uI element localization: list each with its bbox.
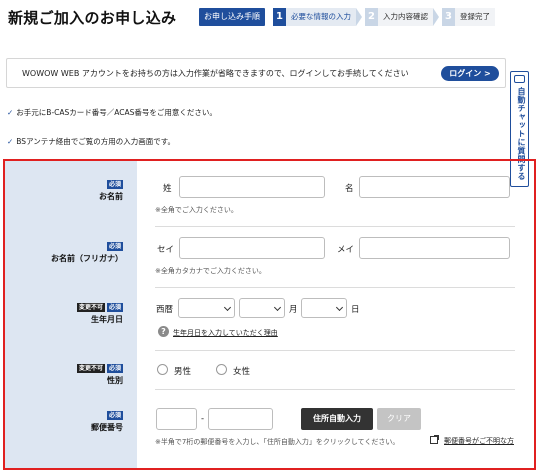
- birth-month-select[interactable]: [239, 298, 285, 318]
- postal-row-label: 必須 郵便番号: [5, 410, 123, 433]
- step-2: 2 入力内容確認: [365, 8, 433, 26]
- step-label: 入力内容確認: [378, 8, 433, 26]
- field-label: お名前: [99, 192, 123, 201]
- kana-first-input[interactable]: [359, 237, 510, 259]
- fixed-badge: 変更不可: [76, 303, 105, 312]
- step-number: 2: [365, 8, 378, 26]
- kana-first-label: メイ: [337, 245, 355, 255]
- chevron-down-icon: [273, 303, 282, 312]
- field-label: 性別: [107, 376, 123, 385]
- step-number: 3: [442, 8, 455, 26]
- check-icon: ✓: [7, 137, 14, 146]
- last-name-input[interactable]: [179, 176, 325, 198]
- step-arrow-icon: [433, 8, 439, 26]
- step-1: 1 必要な情報の入力: [273, 8, 356, 26]
- chevron-down-icon: [223, 303, 232, 312]
- gender-male-radio[interactable]: [157, 364, 168, 375]
- birth-reason-link[interactable]: 生年月日を入力していただく理由: [173, 328, 278, 338]
- field-label: 生年月日: [91, 315, 123, 324]
- chat-icon: [514, 75, 525, 83]
- step-label: 必要な情報の入力: [286, 8, 356, 26]
- row-divider: [155, 226, 515, 227]
- row-divider: [155, 389, 515, 390]
- chevron-down-icon: [335, 303, 344, 312]
- steps-guide-button[interactable]: お申し込み手順: [199, 8, 265, 26]
- gender-male-label[interactable]: 男性: [174, 365, 191, 377]
- first-name-input[interactable]: [359, 176, 510, 198]
- postal-code-part1-input[interactable]: [156, 408, 197, 430]
- note-item: ✓ BSアンテナ経由でご覧の方用の入力画面です。: [7, 136, 175, 147]
- month-unit: 月: [289, 305, 298, 315]
- required-badge: 必須: [106, 303, 123, 312]
- application-form: 必須 お名前 姓 名 ※全角でご入力ください。 必須 お名前（フリガナ） セイ …: [3, 159, 536, 470]
- name-hint: ※全角でご入力ください。: [155, 206, 238, 214]
- note-text: BSアンテナ経由でご覧の方用の入力画面です。: [16, 137, 176, 146]
- address-autofill-button[interactable]: 住所自動入力: [301, 408, 373, 430]
- step-arrow-icon: [356, 8, 362, 26]
- postal-code-part2-input[interactable]: [208, 408, 273, 430]
- gender-female-label[interactable]: 女性: [233, 365, 250, 377]
- required-badge: 必須: [106, 411, 123, 420]
- page-title: 新規ご加入のお申し込み: [8, 9, 177, 27]
- required-badge: 必須: [106, 242, 123, 251]
- login-message: WOWOW WEB アカウントをお持ちの方は入力作業が省略できますので、ログイン…: [22, 69, 409, 78]
- login-button[interactable]: ログイン >: [441, 66, 499, 81]
- postal-hint: ※半角で7桁の郵便番号を入力し、「住所自動入力」をクリックしてください。: [155, 438, 400, 446]
- postal-separator: -: [201, 414, 205, 424]
- gender-female-radio[interactable]: [216, 364, 227, 375]
- era-label: 西暦: [156, 305, 174, 315]
- row-divider: [155, 287, 515, 288]
- first-name-label: 名: [345, 184, 354, 194]
- note-item: ✓ お手元にB-CASカード番号／ACAS番号をご用意ください。: [7, 107, 217, 118]
- fixed-badge: 変更不可: [76, 364, 105, 373]
- kana-last-label: セイ: [157, 245, 175, 255]
- note-text: お手元にB-CASカード番号／ACAS番号をご用意ください。: [16, 108, 217, 117]
- help-icon: ?: [158, 326, 169, 337]
- birth-year-select[interactable]: [178, 298, 235, 318]
- clear-button[interactable]: クリア: [377, 408, 421, 430]
- birth-day-select[interactable]: [301, 298, 347, 318]
- required-badge: 必須: [106, 364, 123, 373]
- row-divider: [155, 350, 515, 351]
- step-label: 登録完了: [455, 8, 495, 26]
- postal-unknown-link[interactable]: 郵便番号がご不明な方: [444, 436, 514, 446]
- name-row-label: 必須 お名前: [5, 179, 123, 202]
- step-3: 3 登録完了: [442, 8, 495, 26]
- step-indicator: お申し込み手順 1 必要な情報の入力 2 入力内容確認 3 登録完了: [199, 8, 495, 26]
- gender-row-label: 変更不可 必須 性別: [5, 363, 123, 386]
- birth-row-label: 変更不可 必須 生年月日: [5, 302, 123, 325]
- kana-row-label: 必須 お名前（フリガナ）: [5, 241, 123, 264]
- field-label: お名前（フリガナ）: [51, 254, 123, 263]
- check-icon: ✓: [7, 108, 14, 117]
- kana-hint: ※全角カタカナでご入力ください。: [155, 267, 266, 275]
- kana-last-input[interactable]: [179, 237, 325, 259]
- required-badge: 必須: [106, 180, 123, 189]
- last-name-label: 姓: [163, 184, 172, 194]
- login-banner: WOWOW WEB アカウントをお持ちの方は入力作業が省略できますので、ログイン…: [6, 58, 506, 88]
- external-link-icon: [430, 435, 439, 444]
- field-label: 郵便番号: [91, 423, 123, 432]
- day-unit: 日: [351, 305, 360, 315]
- step-number: 1: [273, 8, 286, 26]
